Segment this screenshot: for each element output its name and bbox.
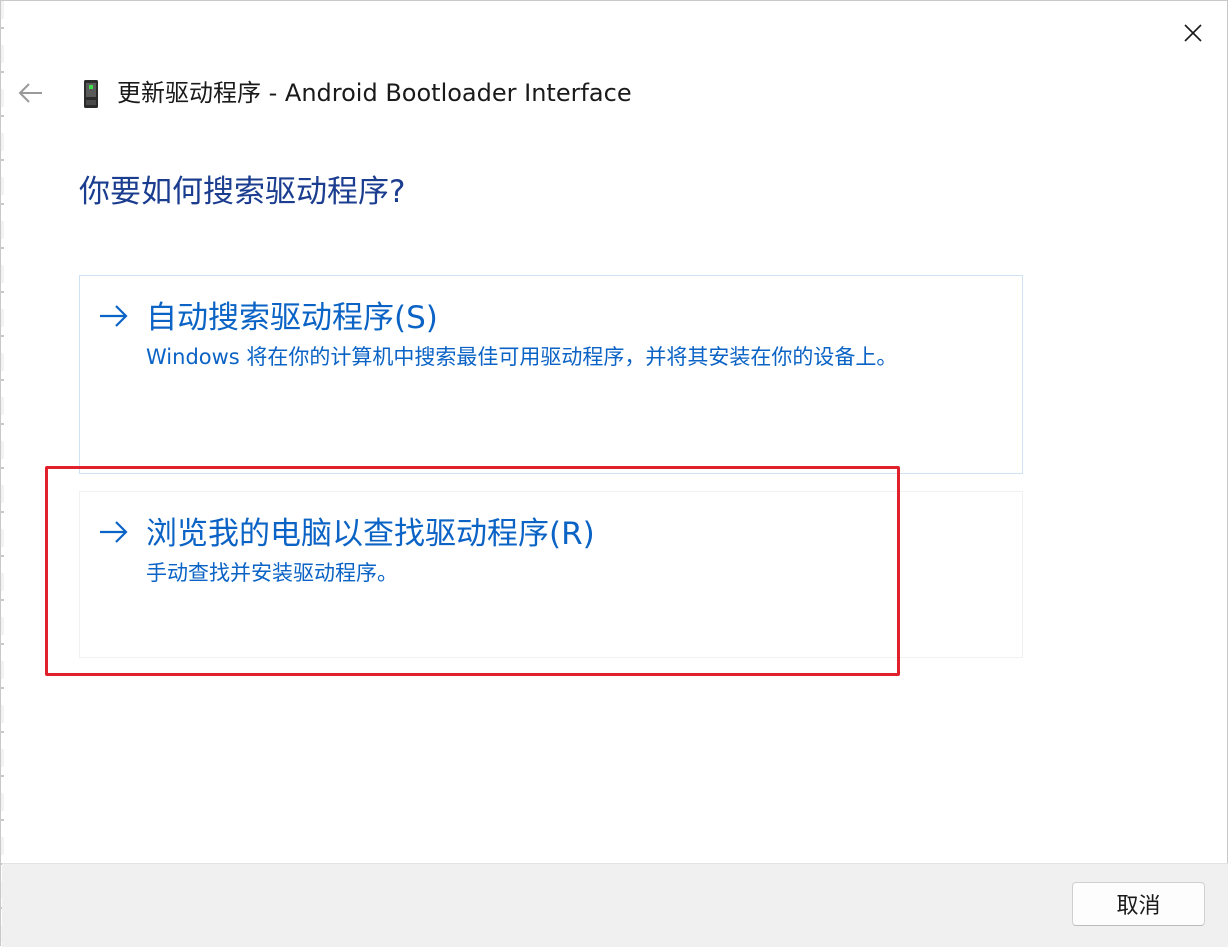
close-icon <box>1184 24 1202 42</box>
auto-search-option[interactable]: 自动搜索驱动程序(S) Windows 将在你的计算机中搜索最佳可用驱动程序，并… <box>79 275 1023 474</box>
auto-search-title: 自动搜索驱动程序(S) <box>146 300 438 336</box>
arrow-right-icon <box>100 521 128 543</box>
auto-search-description: Windows 将在你的计算机中搜索最佳可用驱动程序，并将其安装在你的设备上。 <box>146 345 898 369</box>
dialog-footer <box>2 863 1228 947</box>
back-arrow-icon <box>18 83 42 103</box>
dialog-title: 更新驱动程序 - Android Bootloader Interface <box>117 79 632 107</box>
browse-computer-option[interactable]: 浏览我的电脑以查找驱动程序(R) 手动查找并安装驱动程序。 <box>79 491 1023 658</box>
page-heading: 你要如何搜索驱动程序? <box>79 174 406 210</box>
background-window-edge <box>1 1 4 947</box>
back-button[interactable] <box>13 75 49 111</box>
cancel-button[interactable]: 取消 <box>1072 882 1205 926</box>
arrow-right-icon <box>100 305 128 327</box>
phone-device-icon <box>84 80 98 108</box>
update-driver-dialog: 更新驱动程序 - Android Bootloader Interface 你要… <box>0 0 1228 947</box>
browse-computer-title: 浏览我的电脑以查找驱动程序(R) <box>146 516 595 552</box>
close-button[interactable] <box>1167 13 1219 53</box>
browse-computer-description: 手动查找并安装驱动程序。 <box>146 561 398 585</box>
